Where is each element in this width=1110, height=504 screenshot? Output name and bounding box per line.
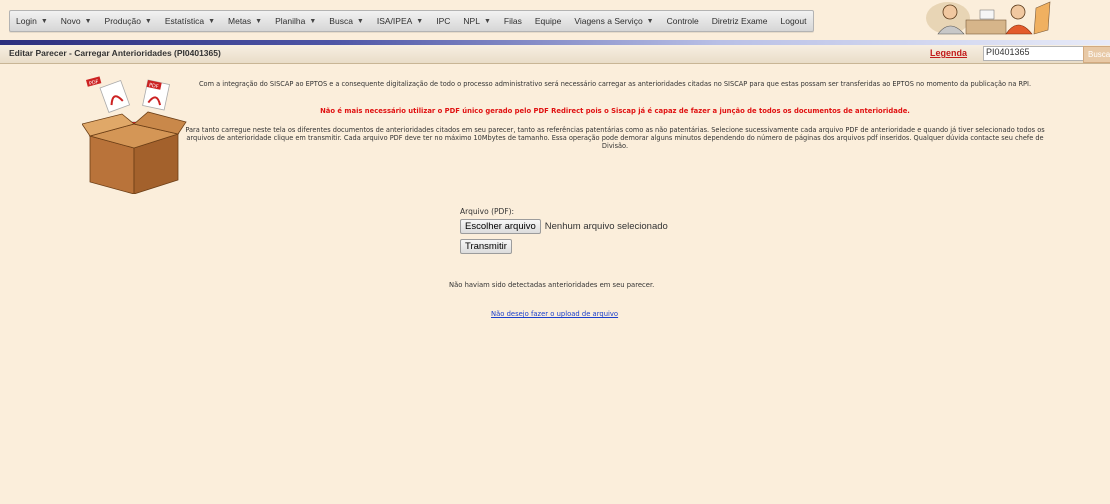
menu-item-label: Diretriz Exame	[711, 16, 768, 26]
menu-item-ipc[interactable]: IPC	[430, 11, 457, 31]
chevron-down-icon: ▼	[416, 17, 424, 25]
pdf-box-illustration-icon: PDF PDF PDF	[82, 76, 187, 194]
menu-item-metas[interactable]: Metas ▼	[222, 11, 269, 31]
legend-search-input[interactable]: PI0401365	[983, 46, 1085, 61]
menu-item-login[interactable]: Login ▼	[10, 11, 55, 31]
file-status-text: Nenhum arquivo selecionado	[544, 221, 668, 232]
chevron-down-icon: ▼	[356, 17, 364, 25]
chevron-down-icon: ▼	[646, 17, 654, 25]
info-warning-paragraph: Não é mais necessário utilizar o PDF úni…	[320, 107, 910, 115]
no-priors-message: Não haviam sido detectadas anterioridade…	[449, 281, 655, 289]
menu-item-estat-stica[interactable]: Estatística ▼	[159, 11, 222, 31]
menu-item-filas[interactable]: Filas	[498, 11, 529, 31]
menu-item-label: ISA/IPEA	[376, 16, 413, 26]
menu-item-controle[interactable]: Controle	[661, 11, 706, 31]
upload-form: Arquivo (PDF): Escolher arquivo Nenhum a…	[460, 207, 668, 254]
menu-item-planilha[interactable]: Planilha ▼	[269, 11, 323, 31]
chevron-down-icon: ▼	[309, 17, 317, 25]
menu-item-label: Logout	[780, 16, 807, 26]
chevron-down-icon: ▼	[483, 17, 491, 25]
menu-item-label: Planilha	[275, 16, 306, 26]
menu-item-label: IPC	[436, 16, 451, 26]
chevron-down-icon: ▼	[40, 17, 48, 25]
choose-file-button[interactable]: Escolher arquivo	[460, 219, 541, 234]
file-field-label: Arquivo (PDF):	[460, 207, 515, 216]
menu-item-label: Filas	[503, 16, 522, 26]
menu-item-label: Estatística	[164, 16, 205, 26]
chevron-down-icon: ▼	[144, 17, 152, 25]
menu-item-novo[interactable]: Novo ▼	[55, 11, 99, 31]
menu-item-label: Equipe	[534, 16, 562, 26]
menu-item-label: Metas	[228, 16, 252, 26]
menu-item-label: Controle	[666, 16, 699, 26]
chevron-down-icon: ▼	[84, 17, 92, 25]
menu-item-label: Novo	[60, 16, 81, 26]
transmit-button[interactable]: Transmitir	[460, 239, 512, 254]
menu-item-npl[interactable]: NPL ▼	[457, 11, 497, 31]
skip-upload-link[interactable]: Não desejo fazer o upload de arquivo	[491, 310, 618, 318]
legend-link[interactable]: Legenda	[930, 48, 967, 58]
menu-item-label: Produção	[104, 16, 141, 26]
info-paragraph-instructions: Para tanto carregue neste tela os difere…	[185, 126, 1045, 150]
menu-item-logout[interactable]: Logout	[774, 11, 813, 31]
menu-item-equipe[interactable]: Equipe	[529, 11, 568, 31]
menu-item-viagens-a-servi-o[interactable]: Viagens a Serviço ▼	[568, 11, 660, 31]
menu-item-label: Busca	[329, 16, 353, 26]
menu-item-produ-o[interactable]: Produção ▼	[99, 11, 159, 31]
chevron-down-icon: ▼	[255, 17, 263, 25]
menu-item-isa-ipea[interactable]: ISA/IPEA ▼	[371, 11, 430, 31]
menu-item-label: Login	[16, 16, 37, 26]
menu-item-label: Viagens a Serviço	[574, 16, 643, 26]
menu-item-label: NPL	[463, 16, 480, 26]
page-title-bar: Editar Parecer - Carregar Anterioridades…	[0, 45, 1110, 64]
pdf-badge-label: PDF	[88, 79, 99, 87]
page-title: Editar Parecer - Carregar Anterioridades…	[9, 48, 221, 58]
menu-item-busca[interactable]: Busca ▼	[323, 11, 371, 31]
chevron-down-icon: ▼	[208, 17, 216, 25]
menu-item-diretriz-exame[interactable]: Diretriz Exame	[706, 11, 775, 31]
top-navigation-area: Login ▼ Novo ▼ Produção ▼ Estatística ▼ Metas ▼ Pl…	[0, 0, 1110, 40]
main-menu-bar: Login ▼ Novo ▼ Produção ▼ Estatística ▼ Metas ▼ Pl…	[9, 10, 815, 32]
search-button[interactable]: Busca	[1083, 46, 1110, 63]
info-paragraph-integration: Com a integração do SISCAP ao EPTOS e a …	[198, 80, 1032, 88]
people-illustration-icon	[920, 0, 1060, 36]
file-input-row: Escolher arquivo Nenhum arquivo selecion…	[460, 219, 668, 234]
